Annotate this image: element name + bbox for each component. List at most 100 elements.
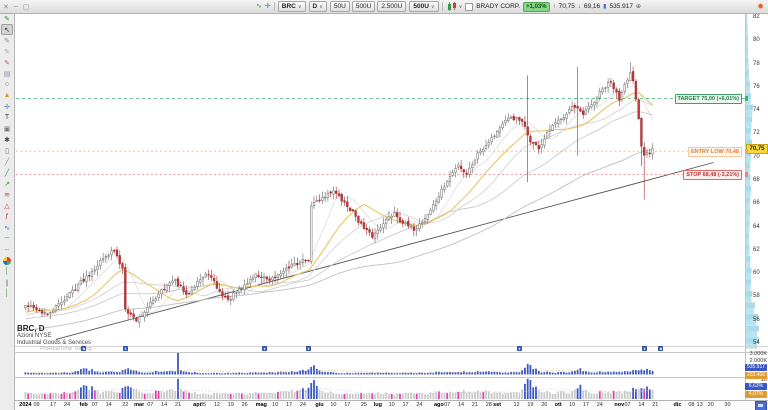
high-arrow-icon: ↑ <box>553 4 556 10</box>
time-axis-label: 12 <box>514 402 520 408</box>
entry-level-label[interactable]: ENTRY LOW 70,48 <box>688 147 742 157</box>
palette-tool-icon[interactable] <box>1 255 13 266</box>
volume-tick-2000k: 2.000K <box>744 358 768 364</box>
alert-tool-icon[interactable]: ▲ <box>1 90 13 101</box>
marker-tool-icon[interactable]: ✎ <box>1 46 13 57</box>
channel-tool-icon[interactable]: ∥ <box>1 277 13 288</box>
price-axis-tick: 56 <box>753 317 767 323</box>
target-axis-notch <box>745 96 748 101</box>
zigzag-tool-icon[interactable]: ∿ <box>1 222 13 233</box>
pane2-average-tag: 4,07% <box>745 391 767 398</box>
time-axis-label: 07 <box>147 402 153 408</box>
symbol-title: BRC, D <box>17 324 91 333</box>
volume-average-tag: 233.400 <box>745 372 767 379</box>
volume-last-tag: 535.917 <box>745 364 767 371</box>
time-axis-label: 26 <box>242 402 248 408</box>
time-axis-label: mag <box>256 402 267 408</box>
quantity-dropdown[interactable]: 500U ∨ <box>409 1 438 12</box>
move-tool-icon[interactable]: ✛ <box>1 101 13 112</box>
text-tool-icon[interactable]: T <box>1 112 13 123</box>
quantity-selected-label: 500U <box>413 3 429 10</box>
time-axis-label: 17 <box>583 402 589 408</box>
compare-checkbox[interactable] <box>465 3 473 11</box>
highlighter-tool-icon[interactable]: ✎ <box>1 57 13 68</box>
qty-button-500u[interactable]: 500U <box>352 1 376 12</box>
indicator-tool-icon[interactable]: ≋ <box>1 189 13 200</box>
magnet-icon[interactable]: ✛ <box>265 2 271 11</box>
time-axis-label: 25 <box>361 402 367 408</box>
target-level-label[interactable]: TARGET 75,00 (+6,01%) <box>675 94 743 104</box>
trendline-tool-icon[interactable]: ╱ <box>1 156 13 167</box>
day-high-value: 70,75 <box>559 3 575 10</box>
event-marker-icon[interactable] <box>306 346 311 351</box>
pane2-last-tag: 6,63% <box>745 383 767 390</box>
event-marker-icon[interactable] <box>642 346 647 351</box>
time-axis-label: 21 <box>652 402 658 408</box>
add-indicator-icon[interactable]: ⊕ <box>636 3 641 10</box>
time-axis-label: 13 <box>697 402 703 408</box>
image-tool-icon[interactable]: ▤ <box>1 68 13 79</box>
stats-icon[interactable]: ∿ <box>256 2 262 11</box>
price-axis-tick: 62 <box>753 247 767 253</box>
entry-axis-notch <box>745 149 748 154</box>
copy-tool-icon[interactable]: ▣ <box>1 123 13 134</box>
chevron-down-icon: ∨ <box>319 4 323 10</box>
event-marker-icon[interactable] <box>81 346 86 351</box>
vline-tool-icon[interactable]: │ <box>1 266 13 277</box>
qty-button-2500u[interactable]: 2.500U <box>377 1 406 12</box>
notifications-icon[interactable]: ✹ <box>757 2 764 11</box>
trash-tool-icon[interactable]: ▯ <box>1 145 13 156</box>
time-axis-label: 17 <box>50 402 56 408</box>
price-axis-tick: 58 <box>753 293 767 299</box>
stop-axis-notch <box>745 172 748 177</box>
axis-border <box>745 13 746 400</box>
close-window-icon[interactable]: ✕ <box>3 3 9 11</box>
symbol-dropdown[interactable]: BRC ∨ <box>278 1 306 12</box>
time-axis-label: 26 <box>541 402 547 408</box>
event-marker-icon[interactable] <box>658 346 663 351</box>
price-axis[interactable]: 828078767472706866646260585654 <box>745 13 768 346</box>
time-axis-label: set <box>493 402 501 408</box>
event-marker-icon[interactable] <box>123 346 128 351</box>
time-axis-label: 30 <box>724 402 730 408</box>
chart-type-button[interactable]: ∨ <box>446 2 463 11</box>
restore-window-icon[interactable]: ▢ <box>23 3 30 11</box>
pencil-tool-icon[interactable]: ✎ <box>1 13 13 24</box>
triangle-pattern-icon[interactable]: △ <box>1 200 13 211</box>
minimize-window-icon[interactable]: – <box>14 3 18 10</box>
time-axis-label: 07 <box>92 402 98 408</box>
time-axis-label: 10 <box>272 402 278 408</box>
pen-tool-icon[interactable]: ✎ <box>1 35 13 46</box>
instrument-name: BRADY CORP. <box>476 3 520 10</box>
ray-tool-icon[interactable]: │ <box>1 288 13 299</box>
price-axis-tick: 66 <box>753 200 767 206</box>
price-chart-canvas[interactable] <box>0 0 768 410</box>
zoom-tool-icon[interactable]: ○ <box>1 79 13 90</box>
time-axis-label: 17 <box>344 402 350 408</box>
event-marker-icon[interactable] <box>262 346 267 351</box>
separator <box>442 2 443 11</box>
hline-tool-icon[interactable]: ─ <box>1 233 13 244</box>
volume-tick-3000k: 3.000K <box>744 351 768 357</box>
segment-tool-icon[interactable]: ╱ <box>1 167 13 178</box>
cursor-tool-icon[interactable]: ↖ <box>1 24 13 35</box>
symbol-info-block: BRC, D Azioni NYSE Industrial Goods & Se… <box>17 324 91 347</box>
time-axis-label: 05 <box>200 402 206 408</box>
day-low-value: 69,16 <box>584 3 600 10</box>
settings-tool-icon[interactable]: ✱ <box>1 134 13 145</box>
price-axis-tick: 74 <box>753 107 767 113</box>
arrow-tool-icon[interactable]: ↗ <box>1 178 13 189</box>
fibonacci-tool-icon[interactable]: ƒ <box>1 211 13 222</box>
timeframe-dropdown[interactable]: D ∨ <box>309 1 327 12</box>
calendar-button[interactable] <box>755 401 767 410</box>
event-marker-icon[interactable] <box>517 346 522 351</box>
time-axis-label: 21 <box>472 402 478 408</box>
time-axis[interactable]: 2024091724feb071422mar071421apr05121926m… <box>14 400 754 410</box>
time-axis-label: 17 <box>403 402 409 408</box>
time-axis-label: 10 <box>569 402 575 408</box>
time-axis-label: 2024 <box>19 402 31 408</box>
qty-button-50u[interactable]: 50U <box>330 1 350 12</box>
price-axis-tick: 76 <box>753 84 767 90</box>
dashline-tool-icon[interactable]: ┄ <box>1 244 13 255</box>
stop-level-label[interactable]: STOP 68,48 (-3,21%) <box>683 170 742 180</box>
